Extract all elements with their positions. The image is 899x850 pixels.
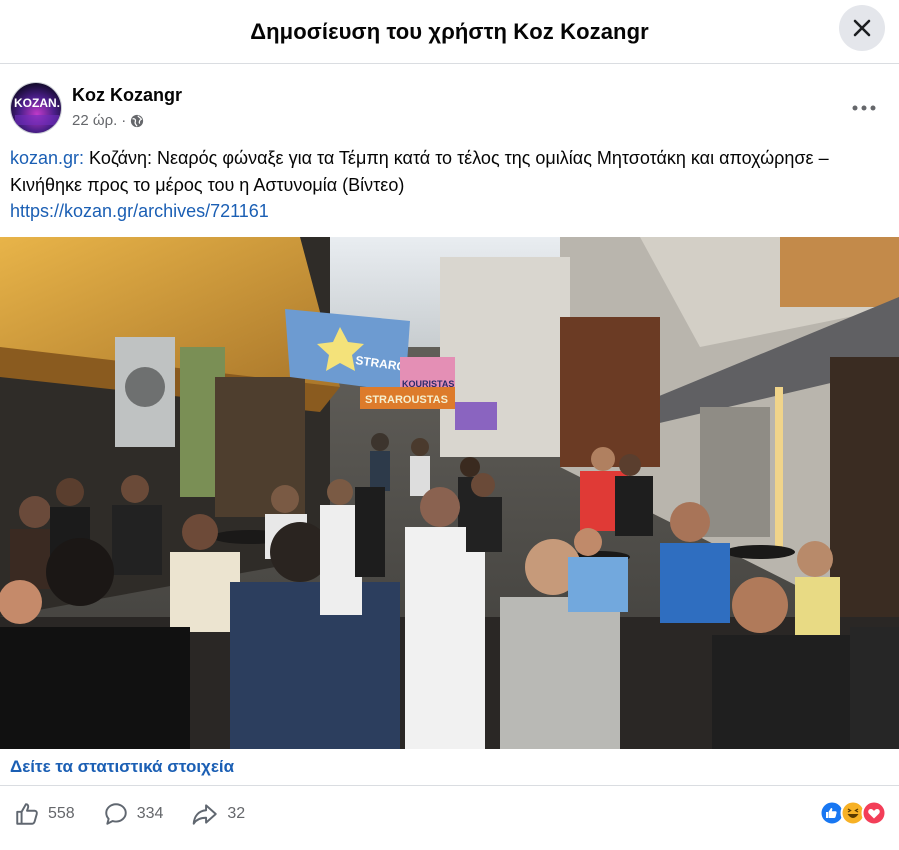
post-source-link[interactable]: kozan.gr:: [10, 148, 84, 168]
post-url-link[interactable]: https://kozan.gr/archives/721161: [10, 201, 269, 221]
haha-reaction-icon: [840, 800, 866, 826]
more-icon: [852, 105, 876, 111]
view-insights-link[interactable]: Δείτε τα στατιστικά στοιχεία: [10, 757, 234, 777]
dialog-title: Δημοσίευση του χρήστη Koz Kozangr: [250, 18, 649, 44]
close-icon: [853, 19, 871, 37]
avatar[interactable]: KOZAN.: [10, 82, 62, 134]
post-author[interactable]: Koz Kozangr: [72, 85, 182, 106]
love-reaction-icon: [861, 800, 887, 826]
post-actions: 558 334 32: [14, 797, 273, 831]
photo-banner-text-3: STRAROUSTAS: [365, 394, 448, 406]
like-button[interactable]: 558: [14, 801, 75, 827]
post-header: KOZAN. Koz Kozangr 22 ώρ. ·: [10, 82, 890, 138]
divider: [0, 785, 899, 786]
close-button[interactable]: [839, 5, 885, 51]
like-reaction-icon: [819, 800, 845, 826]
post-body: Κοζάνη: Νεαρός φώναξε για τα Τέμπη κατά …: [10, 148, 829, 195]
reactions-summary[interactable]: [819, 800, 889, 826]
post-time[interactable]: 22 ώρ.: [72, 112, 117, 129]
like-count: 558: [48, 805, 75, 822]
share-count: 32: [227, 805, 246, 822]
comment-icon: [104, 803, 127, 825]
globe-icon: [131, 114, 144, 127]
share-icon: [193, 804, 218, 825]
comment-button[interactable]: 334: [103, 801, 164, 827]
comment-count: 334: [136, 805, 164, 822]
post-meta: 22 ώρ. ·: [72, 112, 144, 129]
share-button[interactable]: 32: [191, 801, 245, 827]
thumbs-up-icon: [16, 803, 38, 825]
post-text: kozan.gr: Κοζάνη: Νεαρός φώναξε για τα Τ…: [10, 145, 880, 225]
dialog-header: Δημοσίευση του χρήστη Koz Kozangr: [0, 0, 899, 64]
more-options-button[interactable]: [846, 90, 882, 126]
avatar-logo-text: KOZAN.: [14, 96, 60, 110]
meta-separator: ·: [121, 112, 127, 129]
post-photo[interactable]: STRAROUSTAS KOURISTAS STRAROUSTAS: [0, 237, 899, 749]
